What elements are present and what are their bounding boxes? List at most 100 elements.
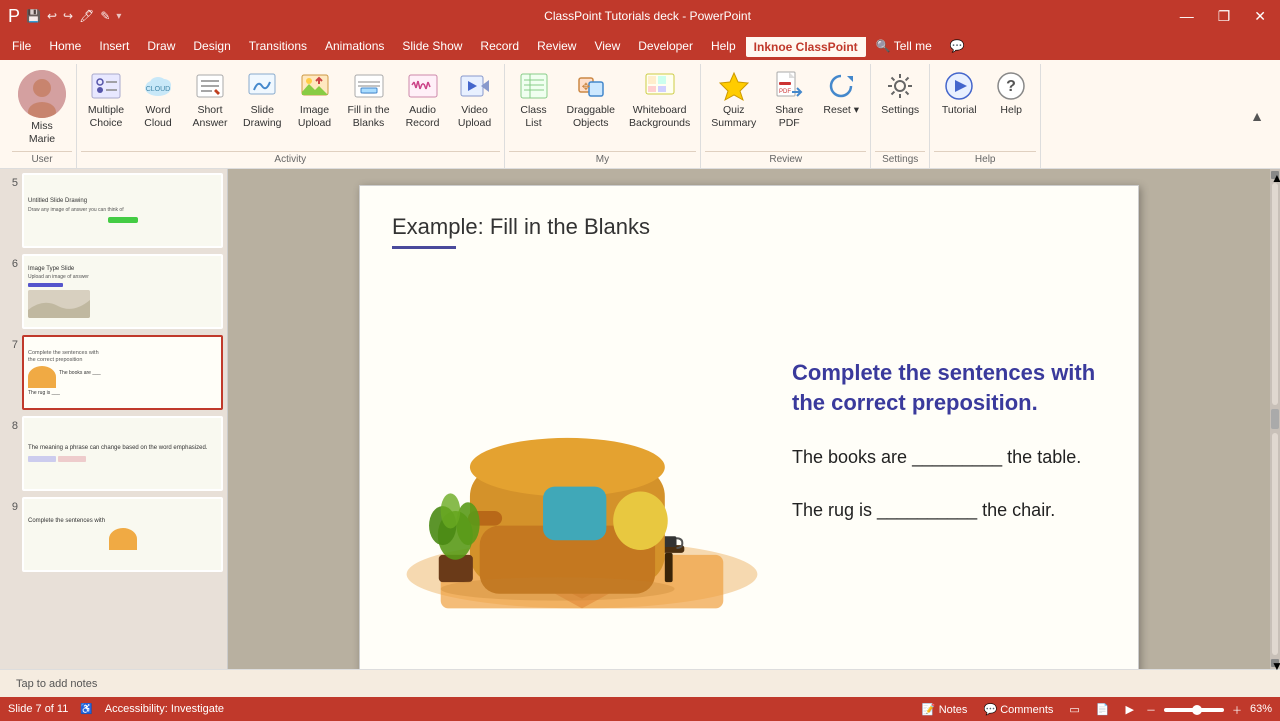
slide-thumbnail-8[interactable]: 8 The meaning a phrase can change based … bbox=[4, 416, 223, 491]
slide-num-9: 9 bbox=[4, 497, 18, 513]
view-normal-btn[interactable]: ▭ bbox=[1065, 702, 1083, 717]
avatar bbox=[18, 70, 66, 118]
image-upload-icon bbox=[299, 70, 331, 102]
menu-help[interactable]: Help bbox=[703, 36, 744, 56]
quick-extra[interactable]: ✎ bbox=[100, 9, 110, 23]
settings-btn[interactable]: Settings bbox=[875, 66, 925, 121]
comments-btn[interactable]: 💬 Comments bbox=[979, 702, 1057, 717]
app-icon: P bbox=[8, 6, 20, 27]
draggable-objects-btn[interactable]: ✥ DraggableObjects bbox=[561, 66, 621, 133]
quick-format[interactable]: 🖊 bbox=[79, 9, 94, 23]
menu-transitions[interactable]: Transitions bbox=[241, 36, 315, 56]
slide-panel: 5 Untitled Slide Drawing Draw any image … bbox=[0, 169, 228, 669]
svg-text:PDF: PDF bbox=[779, 89, 791, 95]
video-upload-label: VideoUpload bbox=[458, 104, 491, 129]
quiz-summary-btn[interactable]: QuizSummary bbox=[705, 66, 762, 133]
ribbon-group-help: Tutorial ? Help Help bbox=[930, 64, 1041, 168]
whiteboard-bg-btn[interactable]: WhiteboardBackgrounds bbox=[623, 66, 696, 133]
menu-view[interactable]: View bbox=[586, 36, 628, 56]
menu-developer[interactable]: Developer bbox=[630, 36, 701, 56]
slide-thumbnail-7[interactable]: 7 Complete the sentences with the correc… bbox=[4, 335, 223, 410]
fill-blanks-btn[interactable]: ____ Fill in theBlanks bbox=[342, 66, 396, 133]
accessibility-icon[interactable]: ♿ bbox=[80, 704, 92, 715]
short-answer-btn[interactable]: ShortAnswer bbox=[185, 66, 235, 133]
title-bar-left: P 💾 ↩ ↪ 🖊 ✎ ▾ bbox=[8, 6, 121, 27]
menu-slideshow[interactable]: Slide Show bbox=[394, 36, 470, 56]
view-reading-btn[interactable]: 📄 bbox=[1092, 702, 1114, 717]
menu-design[interactable]: Design bbox=[185, 36, 238, 56]
slide-drawing-btn[interactable]: SlideDrawing bbox=[237, 66, 288, 133]
quick-save[interactable]: 💾 bbox=[26, 9, 41, 23]
menu-inknoe[interactable]: Inknoe ClassPoint bbox=[746, 35, 866, 57]
slide-canvas: Example: Fill in the Blanks bbox=[359, 185, 1139, 669]
slide-thumbnail-5[interactable]: 5 Untitled Slide Drawing Draw any image … bbox=[4, 173, 223, 248]
status-bar: Slide 7 of 11 ♿ Accessibility: Investiga… bbox=[0, 697, 1280, 721]
notes-bar[interactable]: Tap to add notes bbox=[0, 669, 1280, 697]
slide-thumbnail-9[interactable]: 9 Complete the sentences with bbox=[4, 497, 223, 572]
video-upload-btn[interactable]: VideoUpload bbox=[450, 66, 500, 133]
help-label: Help bbox=[1000, 104, 1022, 117]
zoom-in-btn[interactable]: ＋ bbox=[1232, 702, 1242, 717]
right-scrollbar[interactable]: ▲ ▼ bbox=[1270, 169, 1280, 669]
ribbon-group-settings: Settings Settings bbox=[871, 64, 930, 168]
quick-dropdown[interactable]: ▾ bbox=[116, 11, 121, 22]
accessibility-label[interactable]: Accessibility: Investigate bbox=[105, 703, 224, 715]
slide-img-6: Image Type Slide Upload an image of answ… bbox=[22, 254, 223, 329]
multiple-choice-btn[interactable]: MultipleChoice bbox=[81, 66, 131, 133]
slide-count: Slide 7 of 11 bbox=[8, 703, 68, 715]
image-upload-label: ImageUpload bbox=[298, 104, 331, 129]
ribbon-group-review: QuizSummary PDF SharePDF bbox=[701, 64, 871, 168]
word-cloud-btn[interactable]: CLOUD WordCloud bbox=[133, 66, 183, 133]
zoom-slider[interactable] bbox=[1164, 708, 1224, 712]
user-avatar-btn[interactable]: MissMarie bbox=[12, 66, 72, 149]
close-button[interactable]: ✕ bbox=[1248, 6, 1272, 27]
svg-text:CLOUD: CLOUD bbox=[146, 86, 171, 93]
ribbon-collapse-btn[interactable]: ▲ bbox=[1250, 64, 1272, 168]
class-list-btn[interactable]: ClassList bbox=[509, 66, 559, 133]
notes-btn[interactable]: 📝 Notes bbox=[918, 702, 972, 717]
svg-text:?: ? bbox=[1006, 78, 1016, 95]
menu-search[interactable]: 🔍 Tell me bbox=[868, 36, 940, 56]
word-cloud-icon: CLOUD bbox=[142, 70, 174, 102]
menu-draw[interactable]: Draw bbox=[139, 36, 183, 56]
minimize-button[interactable]: — bbox=[1174, 6, 1200, 26]
restore-button[interactable]: ❐ bbox=[1212, 6, 1237, 27]
tutorial-btn[interactable]: Tutorial bbox=[934, 66, 984, 121]
slide-img-8: The meaning a phrase can change based on… bbox=[22, 416, 223, 491]
short-answer-icon bbox=[194, 70, 226, 102]
reset-btn[interactable]: Reset ▾ bbox=[816, 66, 866, 121]
menu-record[interactable]: Record bbox=[472, 36, 527, 56]
menu-home[interactable]: Home bbox=[41, 36, 89, 56]
notes-placeholder: Tap to add notes bbox=[16, 678, 97, 690]
svg-text:✥: ✥ bbox=[582, 82, 590, 93]
ribbon-group-activity: MultipleChoice CLOUD WordCloud bbox=[77, 64, 505, 168]
image-upload-btn[interactable]: ImageUpload bbox=[290, 66, 340, 133]
multiple-choice-icon bbox=[90, 70, 122, 102]
audio-record-btn[interactable]: AudioRecord bbox=[398, 66, 448, 133]
help-btn[interactable]: ? Help bbox=[986, 66, 1036, 121]
slide-thumbnail-6[interactable]: 6 Image Type Slide Upload an image of an… bbox=[4, 254, 223, 329]
menu-insert[interactable]: Insert bbox=[91, 36, 137, 56]
zoom-out-btn[interactable]: － bbox=[1146, 702, 1156, 717]
menu-comment[interactable]: 💬 bbox=[942, 36, 973, 56]
view-slideshow-btn[interactable]: ▶ bbox=[1122, 702, 1138, 717]
fill-blanks-icon: ____ bbox=[353, 70, 385, 102]
title-bar: P 💾 ↩ ↪ 🖊 ✎ ▾ ClassPoint Tutorials deck … bbox=[0, 0, 1280, 32]
slide-num-5: 5 bbox=[4, 173, 18, 189]
whiteboard-bg-icon bbox=[644, 70, 676, 102]
slide-title-underline bbox=[392, 246, 456, 249]
user-name-label: MissMarie bbox=[29, 120, 55, 145]
menu-file[interactable]: File bbox=[4, 36, 39, 56]
menu-animations[interactable]: Animations bbox=[317, 36, 392, 56]
quick-undo[interactable]: ↩ bbox=[47, 9, 57, 23]
reset-label: Reset ▾ bbox=[823, 104, 859, 117]
share-pdf-btn[interactable]: PDF SharePDF bbox=[764, 66, 814, 133]
slide-question: Complete the sentences withthe correct p… bbox=[792, 358, 1106, 420]
slide-sentence1: The books are _________ the table. bbox=[792, 443, 1106, 472]
quick-redo[interactable]: ↪ bbox=[63, 9, 73, 23]
ribbon-group-user: MissMarie User bbox=[8, 64, 77, 168]
menu-review[interactable]: Review bbox=[529, 36, 584, 56]
zoom-level: 63% bbox=[1250, 703, 1272, 715]
audio-record-label: AudioRecord bbox=[406, 104, 440, 129]
video-upload-icon bbox=[459, 70, 491, 102]
